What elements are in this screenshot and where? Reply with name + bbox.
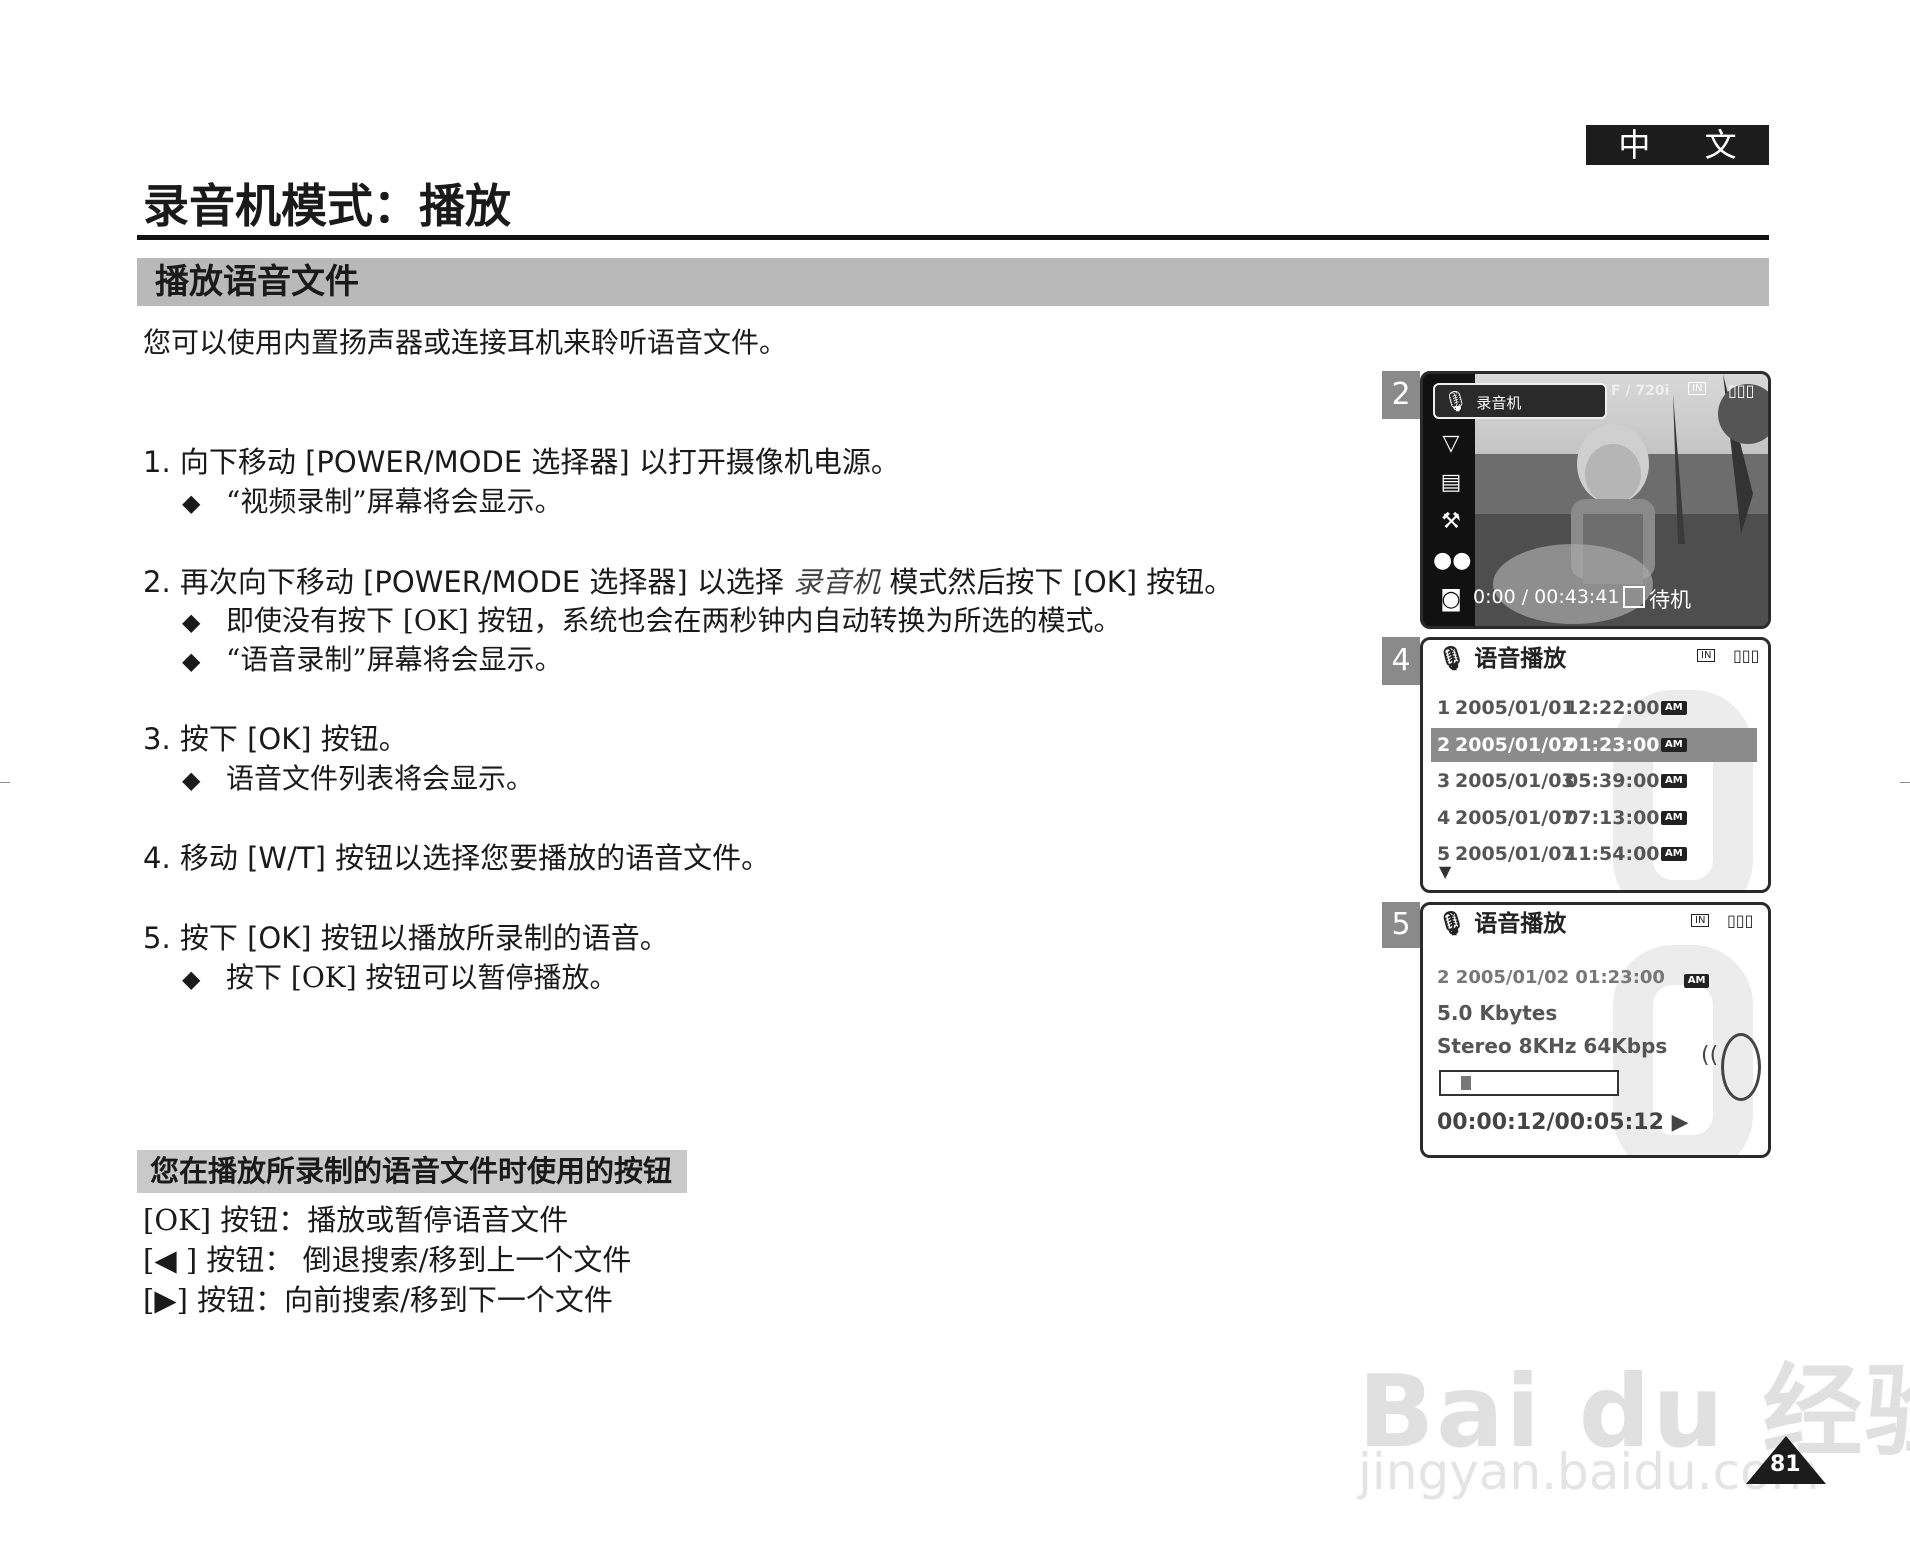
button-description: [▶] 按钮：向前搜索/移到下一个文件 [143, 1283, 613, 1317]
title-divider [137, 235, 1769, 240]
diamond-bullet-icon: ◆ [182, 608, 201, 636]
mode-name: 录音机 [793, 565, 881, 599]
step-3: 3. 按下 [OK] 按钮。 [143, 722, 408, 756]
language-tab: 中 文 [1586, 125, 1769, 165]
stop-icon [1623, 586, 1645, 608]
progress-bar[interactable] [1439, 1070, 1619, 1096]
page-number: 81 [1770, 1452, 1801, 1477]
file-index: 2 [1437, 733, 1451, 756]
settings-icon[interactable]: ⚒ [1433, 502, 1469, 541]
am-badge: AM [1661, 737, 1687, 752]
button-description: [OK] 按钮：播放或暂停语音文件 [143, 1203, 569, 1237]
microphone-icon: 🎙 [1443, 389, 1469, 413]
step-1-bullet: ◆ “视频录制”屏幕将会显示。 [182, 482, 563, 523]
status-label: 待机 [1649, 588, 1691, 612]
music-note-icon[interactable]: ♪ [1433, 619, 1469, 626]
am-badge: AM [1661, 701, 1687, 715]
file-time: 01:23:00 [1565, 733, 1660, 756]
buttons-section-title: 您在播放所录制的语音文件时使用的按钮 [150, 1154, 673, 1188]
am-badge: AM [1661, 810, 1687, 825]
microphone-icon: 🎙 [1437, 911, 1467, 937]
am-badge: AM [1661, 847, 1687, 861]
video-camera-icon[interactable]: ●● [1433, 541, 1471, 580]
button-description: [◀ ] 按钮： 倒退搜索/移到上一个文件 [143, 1243, 632, 1277]
step-2-bullet: ◆ “语音录制”屏幕将会显示。 [182, 640, 563, 681]
step-4: 4. 移动 [W/T] 按钮以选择您要播放的语音文件。 [143, 841, 771, 875]
memory-icon: IN [1691, 914, 1710, 927]
speaker-icon [1721, 1033, 1761, 1101]
step-2-bullet: ◆ 即使没有按下 [OK] 按钮，系统也会在两秒钟内自动转换为所选的模式。 [182, 601, 1122, 642]
lcd-screen-record-mode: 🎙录音机 F / 720i IN ▯▯▯ ▽ ▤ ⚒ ●● ◙ ♪ 0:00 /… [1420, 371, 1771, 629]
file-size: 5.0 Kbytes [1437, 1001, 1558, 1025]
quality-indicator: F / 720i [1611, 383, 1670, 399]
file-time: 05:39:00 [1565, 770, 1660, 792]
screen-number: 2 [1382, 371, 1420, 419]
camera-icon[interactable]: ◙ [1433, 580, 1469, 619]
diamond-bullet-icon: ◆ [182, 489, 201, 517]
screen-number: 5 [1382, 902, 1420, 948]
section-header-bar [137, 258, 1769, 306]
file-index: 4 [1437, 806, 1451, 829]
file-index: 1 [1437, 697, 1451, 719]
file-info: 2 2005/01/02 01:23:00 AM [1437, 967, 1710, 988]
file-list-item[interactable]: 2 2005/01/02 01:23:00 AM [1431, 727, 1757, 762]
battery-icon: ▯▯▯ [1727, 911, 1754, 930]
sound-waves-icon: (( [1701, 1043, 1719, 1068]
file-time: 11:54:00 [1565, 843, 1660, 865]
screen-number: 4 [1382, 637, 1420, 685]
progress-fill [1461, 1076, 1471, 1090]
file-date: 2005/01/07 [1455, 843, 1575, 865]
file-date: 2005/01/02 [1455, 733, 1575, 756]
step-5: 5. 按下 [OK] 按钮以播放所录制的语音。 [143, 921, 669, 955]
diamond-bullet-icon: ◆ [182, 766, 201, 794]
page-title: 录音机模式：播放 [143, 179, 511, 233]
memory-icon: IN [1688, 382, 1707, 395]
menu-icon-column: ▽ ▤ ⚒ ●● ◙ ♪ [1433, 424, 1471, 626]
screen-title: 🎙 语音播放 [1437, 646, 1567, 672]
intro-text: 您可以使用内置扬声器或连接耳机来聆听语音文件。 [143, 326, 788, 359]
audio-format: Stereo 8KHz 64Kbps [1437, 1034, 1668, 1058]
battery-icon: ▯▯▯ [1733, 646, 1760, 665]
file-list-item[interactable]: 5 2005/01/07 11:54:00 AM [1431, 837, 1757, 871]
scroll-down-arrow-icon[interactable]: ▼ [1439, 862, 1451, 881]
crop-mark [0, 782, 10, 783]
diamond-bullet-icon: ◆ [182, 647, 201, 675]
timecode: 0:00 / 00:43:41 [1473, 586, 1620, 608]
crop-mark [1900, 782, 1910, 783]
screen-title: 🎙 语音播放 [1437, 911, 1567, 937]
step-1: 1. 向下移动 [POWER/MODE 选择器] 以打开摄像机电源。 [143, 445, 900, 479]
step-2: 2. 再次向下移动 [POWER/MODE 选择器] 以选择 录音机 模式然后按… [143, 565, 1234, 599]
playback-time: 00:00:12/00:05:12 ▶ [1437, 1110, 1689, 1135]
file-time: 07:13:00 [1565, 806, 1660, 829]
mode-selector[interactable]: 🎙 录音机 [1433, 383, 1607, 419]
file-date: 2005/01/01 [1455, 697, 1575, 719]
diamond-bullet-icon: ◆ [182, 965, 201, 993]
memory-icon: IN [1697, 649, 1716, 662]
step-3-bullet: ◆ 语音文件列表将会显示。 [182, 759, 534, 800]
document-icon[interactable]: ▤ [1433, 463, 1469, 502]
am-badge: AM [1683, 974, 1710, 988]
am-badge: AM [1661, 774, 1687, 788]
lcd-screen-playback: 🎙 语音播放 IN ▯▯▯ 2 2005/01/02 01:23:00 AM 5… [1420, 902, 1771, 1158]
section-title: 播放语音文件 [155, 262, 359, 302]
step-5-bullet: ◆ 按下 [OK] 按钮可以暂停播放。 [182, 958, 618, 999]
file-list-item[interactable]: 1 2005/01/01 12:22:00 AM [1431, 691, 1757, 725]
down-arrow-icon[interactable]: ▽ [1433, 424, 1469, 463]
lcd-screen-file-list: 🎙 语音播放 IN ▯▯▯ 1 2005/01/01 12:22:00 AM 2 2005… [1420, 637, 1771, 893]
file-time: 12:22:00 [1565, 697, 1660, 719]
file-list-item[interactable]: 4 2005/01/07 07:13:00 AM [1431, 801, 1757, 835]
file-index: 3 [1437, 770, 1451, 792]
file-date: 2005/01/03 [1455, 770, 1575, 792]
file-date: 2005/01/07 [1455, 806, 1575, 829]
microphone-icon: 🎙 [1437, 646, 1467, 672]
battery-icon: ▯▯▯ [1728, 381, 1755, 400]
file-list-item[interactable]: 3 2005/01/03 05:39:00 AM [1431, 764, 1757, 798]
